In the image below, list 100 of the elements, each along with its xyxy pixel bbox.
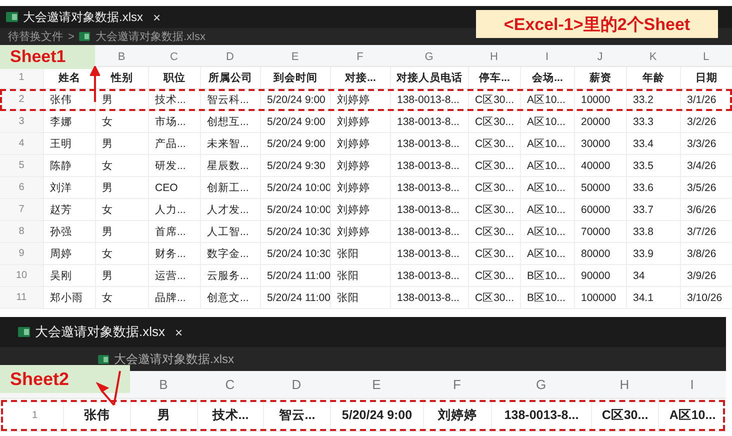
table-cell: C区30... — [468, 155, 520, 176]
table-cell: 薪资 — [574, 67, 626, 88]
table-cell: 138-0013-8... — [390, 221, 468, 242]
table-cell: 职位 — [148, 67, 200, 88]
table-cell: 会场... — [520, 67, 574, 88]
table-cell: 5/20/24 9:30 — [260, 155, 330, 176]
table-cell: 138-0013-8... — [390, 133, 468, 154]
table-cell: 日期 — [680, 67, 732, 88]
table-cell: A区10... — [520, 111, 574, 132]
table-cell: 男 — [95, 265, 148, 286]
table-cell: 刘婷婷 — [330, 89, 390, 110]
table-cell: 女 — [95, 287, 148, 308]
table-cell: 创意文... — [200, 287, 260, 308]
table-cell: 所属公司 — [200, 67, 260, 88]
table-cell: CEO — [148, 177, 200, 198]
table-cell: 智云... — [263, 399, 330, 431]
table-cell: 3/6/26 — [680, 199, 732, 220]
table-cell: C区30... — [591, 399, 658, 431]
row-number: 3 — [0, 111, 43, 132]
column-header: E — [290, 51, 300, 63]
annotation-arrow — [90, 66, 100, 102]
table-cell: 男 — [95, 221, 148, 242]
column-header: F — [356, 51, 364, 63]
table-cell: A区10... — [520, 221, 574, 242]
spreadsheet-icon — [79, 32, 90, 41]
table-cell: C区30... — [468, 177, 520, 198]
table-cell: 女 — [95, 155, 148, 176]
spreadsheet-icon — [98, 354, 109, 364]
table-cell: 33.3 — [626, 111, 680, 132]
table-cell: 品牌... — [148, 287, 200, 308]
table-cell: C区30... — [468, 287, 520, 308]
table-cell: 33.2 — [626, 89, 680, 110]
table-cell: 首席... — [148, 221, 200, 242]
table-cell: C区30... — [468, 199, 520, 220]
breadcrumb-item[interactable]: 大会邀请对象数据.xlsx — [114, 350, 234, 368]
table-cell: 刘婷婷 — [330, 133, 390, 154]
table-cell: 90000 — [574, 265, 626, 286]
table-cell: 周婷 — [43, 243, 95, 264]
close-button[interactable]: × — [175, 324, 183, 340]
table-cell: 33.8 — [626, 221, 680, 242]
row-number: 9 — [0, 243, 43, 264]
sheet-callout: Sheet2 — [0, 364, 130, 392]
table-cell: 138-0013-8... — [390, 89, 468, 110]
column-header: I — [544, 51, 550, 63]
table-cell: 人才发... — [200, 199, 260, 220]
table-cell: 3/4/26 — [680, 155, 732, 176]
row-number: 11 — [0, 287, 43, 308]
table-cell: 王明 — [43, 133, 95, 154]
row-number: 7 — [0, 199, 43, 220]
column-header: K — [648, 51, 658, 63]
close-button[interactable]: × — [153, 10, 161, 24]
table-cell: C区30... — [468, 221, 520, 242]
column-header: C — [169, 51, 179, 63]
table-cell: 刘婷婷 — [330, 111, 390, 132]
table-cell: 60000 — [574, 199, 626, 220]
table-cell: 33.5 — [626, 155, 680, 176]
breadcrumb-item[interactable]: 大会邀请对象数据.xlsx — [95, 29, 206, 44]
table-cell: B区10... — [520, 265, 574, 286]
table-cell: 3/2/26 — [680, 111, 732, 132]
table-cell: 138-0013-8... — [390, 199, 468, 220]
table-cell: 男 — [95, 177, 148, 198]
column-header: E — [371, 377, 382, 392]
table-cell: 停车... — [468, 67, 520, 88]
table-cell: 70000 — [574, 221, 626, 242]
table-cell: 技术... — [148, 89, 200, 110]
table-cell: 云服务... — [200, 265, 260, 286]
table-cell: 33.7 — [626, 199, 680, 220]
table-cell: 张阳 — [330, 287, 390, 308]
table-cell: 100000 — [574, 287, 626, 308]
column-header: H — [618, 377, 630, 392]
table-cell: 138-0013-8... — [390, 243, 468, 264]
column-header: C — [224, 377, 236, 392]
column-header: B — [158, 377, 169, 392]
table-cell: 李娜 — [43, 111, 95, 132]
row-number: 5 — [0, 155, 43, 176]
table-cell: 10000 — [574, 89, 626, 110]
table-cell: 产品... — [148, 133, 200, 154]
table-cell: 人力... — [148, 199, 200, 220]
table-cell: 吴刚 — [43, 265, 95, 286]
table-cell: 40000 — [574, 155, 626, 176]
table-cell: 3/7/26 — [680, 221, 732, 242]
column-header: G — [534, 377, 548, 392]
table-cell: 5/20/24 9:00 — [330, 399, 423, 431]
table-cell: 郑小雨 — [43, 287, 95, 308]
table-cell: 刘婷婷 — [423, 399, 491, 431]
table-cell: 创新工... — [200, 177, 260, 198]
row-number: 6 — [0, 177, 43, 198]
row-number: 10 — [0, 265, 43, 286]
table-cell: 138-0013-8... — [390, 265, 468, 286]
table-cell: 34.1 — [626, 287, 680, 308]
table-cell: 33.4 — [626, 133, 680, 154]
breadcrumb-separator: > — [68, 30, 74, 42]
column-header: L — [702, 51, 710, 63]
table-cell: C区30... — [468, 89, 520, 110]
table-cell: 50000 — [574, 177, 626, 198]
sheet-callout: Sheet1 — [0, 45, 95, 69]
breadcrumb-item[interactable]: 待替换文件 — [8, 29, 63, 44]
table-cell: 20000 — [574, 111, 626, 132]
table-cell: 研发... — [148, 155, 200, 176]
table-cell: 刘婷婷 — [330, 155, 390, 176]
